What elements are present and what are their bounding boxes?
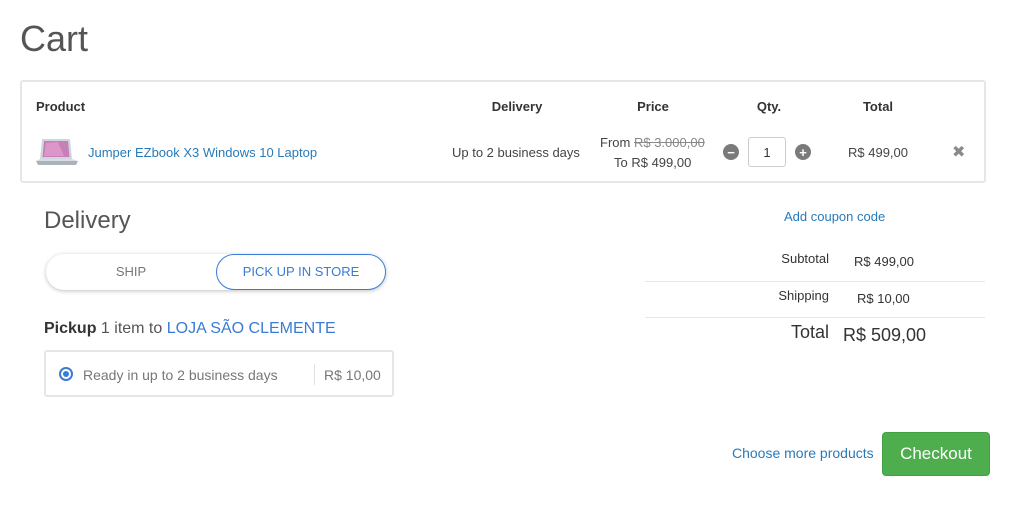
total-label: Total [790, 322, 829, 342]
divider [314, 364, 315, 385]
item-total: R$ 499,00 [848, 145, 908, 160]
page-title: Cart [20, 18, 89, 59]
price-old: R$ 3.000,00 [633, 135, 705, 150]
subtotal-row: Subtotal R$ 499,00 [645, 251, 985, 282]
header-qty: Qty. [756, 99, 782, 114]
choose-more-products-link[interactable]: Choose more products [732, 445, 874, 461]
subtotal-value: R$ 499,00 [854, 254, 914, 269]
pickup-option[interactable]: PICK UP IN STORE [216, 254, 386, 290]
cart-table: Product Delivery Price Qty. Total Jumper… [20, 80, 986, 183]
header-total: Total [862, 99, 894, 114]
pickup-count: 1 item to [96, 320, 167, 337]
decrease-qty-button[interactable]: − [723, 144, 739, 160]
option-label: Ready in up to 2 business days [83, 367, 278, 383]
header-price: Price [637, 99, 669, 114]
store-name[interactable]: LOJA SÃO CLEMENTE [167, 320, 336, 337]
header-product: Product [36, 99, 86, 114]
quantity-input[interactable] [748, 137, 786, 167]
item-delivery: Up to 2 business days [452, 145, 580, 160]
ship-option[interactable]: SHIP [46, 254, 216, 290]
total-value: R$ 509,00 [843, 325, 927, 345]
add-coupon-link[interactable]: Add coupon code [784, 209, 885, 224]
shipping-value: R$ 10,00 [857, 291, 910, 306]
shipping-row: Shipping R$ 10,00 [645, 288, 985, 318]
checkout-button[interactable]: Checkout [882, 432, 990, 476]
option-price: R$ 10,00 [324, 367, 381, 383]
pickup-summary: Pickup 1 item to LOJA SÃO CLEMENTE [44, 320, 336, 338]
plus-icon: + [799, 144, 807, 160]
increase-qty-button[interactable]: + [795, 144, 811, 160]
close-icon[interactable]: ✖ [952, 142, 965, 162]
product-link[interactable]: Jumper EZbook X3 Windows 10 Laptop [88, 145, 317, 160]
total-row: Total R$ 509,00 [645, 322, 985, 352]
header-delivery: Delivery [491, 99, 543, 114]
item-price-from: From R$ 3.000,00 [600, 135, 705, 150]
minus-icon: − [727, 144, 735, 160]
shipping-label: Shipping [778, 288, 829, 303]
radio-selected[interactable] [59, 367, 73, 381]
delivery-method-toggle: SHIP PICK UP IN STORE [46, 254, 386, 290]
pickup-prefix: Pickup [44, 320, 97, 337]
subtotal-label: Subtotal [781, 251, 829, 266]
laptop-thumbnail [36, 139, 78, 165]
item-price-to: To R$ 499,00 [614, 155, 692, 170]
price-from-label: From [600, 135, 631, 150]
delivery-heading: Delivery [44, 207, 131, 234]
pickup-option-card[interactable]: Ready in up to 2 business days R$ 10,00 [44, 350, 394, 397]
